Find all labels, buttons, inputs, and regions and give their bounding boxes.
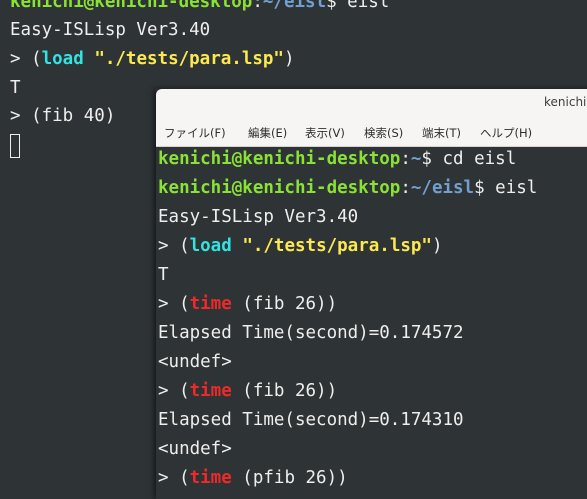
menu-edit[interactable]: 編集(E) — [248, 125, 287, 141]
menu-view[interactable]: 表示(V) — [305, 125, 345, 141]
front-line-11: > (time (pfib 26)) — [158, 468, 348, 488]
menu-bar: ファイル(F) 編集(E) 表示(V) 検索(S) 端末(T) ヘルプ(H) — [156, 119, 587, 147]
front-line-0: kenichi@kenichi-desktop:~$ cd eisl — [158, 149, 517, 169]
window-titlebar[interactable]: kenichi — [156, 89, 587, 119]
menu-help[interactable]: ヘルプ(H) — [480, 125, 532, 141]
front-line-3: > (load "./tests/para.lsp") — [158, 236, 443, 256]
terminal-cursor — [10, 134, 20, 158]
front-line-1: kenichi@kenichi-desktop:~/eisl$ eisl — [158, 178, 538, 198]
front-line-4: T — [158, 265, 169, 285]
front-line-2: Easy-ISLisp Ver3.40 — [158, 207, 359, 227]
front-line-6: Elapsed Time(second)=0.174572 — [158, 323, 464, 343]
front-line-5: > (time (fib 26)) — [158, 294, 338, 314]
front-line-8: > (time (fib 26)) — [158, 381, 338, 401]
menu-search[interactable]: 検索(S) — [364, 125, 403, 141]
back-line-0: kenichi@kenichi-desktop:~/eisl$ eisl — [10, 0, 390, 12]
back-line-2: > (load "./tests/para.lsp") — [10, 49, 295, 69]
window-title: kenichi — [544, 95, 587, 109]
back-line-1: Easy-ISLisp Ver3.40 — [10, 20, 211, 40]
back-line-4: > (fib 40) — [10, 106, 116, 126]
back-line-3: T — [10, 78, 21, 98]
menu-file[interactable]: ファイル(F) — [164, 125, 226, 141]
front-line-9: Elapsed Time(second)=0.174310 — [158, 410, 464, 430]
front-line-10: <undef> — [158, 439, 232, 459]
menu-terminal[interactable]: 端末(T) — [422, 125, 461, 141]
front-line-7: <undef> — [158, 352, 232, 372]
front-terminal-window[interactable]: kenichi ファイル(F) 編集(E) 表示(V) 検索(S) 端末(T) … — [156, 89, 587, 499]
